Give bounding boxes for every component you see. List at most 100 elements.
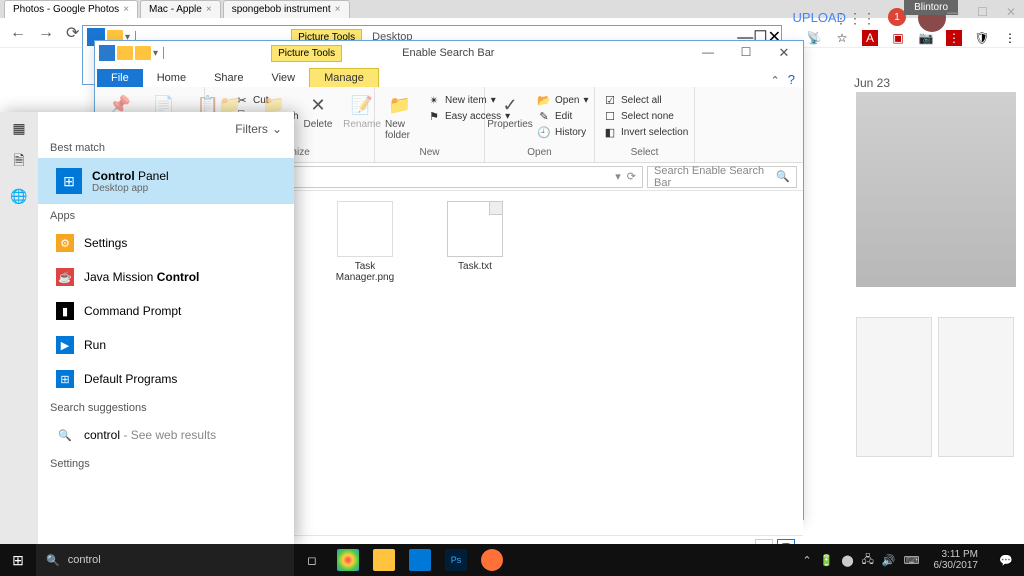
search-result[interactable]: ⊞Default Programs	[50, 362, 282, 396]
chevron-down-icon: ⌄	[272, 122, 282, 136]
select-none-button[interactable]: ☐Select none	[603, 109, 688, 123]
menu-icon[interactable]: ⋮	[1002, 30, 1018, 46]
chrome-icon	[337, 549, 359, 571]
action-center-icon[interactable]: 💬	[992, 544, 1020, 576]
new-folder-button[interactable]: 📁New folder	[381, 91, 419, 143]
minimize-icon[interactable]: —	[689, 45, 727, 61]
titlebar[interactable]: ▾ │ Picture Tools Enable Search Bar — ☐ …	[95, 41, 803, 65]
network-icon[interactable]: 🖧	[862, 551, 874, 570]
programs-icon: ⊞	[56, 370, 74, 388]
chrome-extensions: 📡 ☆ A ▣ 📷 ⋮ 🛡 ⋮	[806, 30, 1018, 46]
task-view-button[interactable]: ◻	[294, 544, 330, 576]
search-panel: ▦ 🗎 🌐 Filters ⌄ Best match ⊞ Control Pan…	[0, 112, 294, 544]
tab-share[interactable]: Share	[200, 69, 257, 87]
globe-icon[interactable]: 🌐	[9, 186, 29, 206]
tray-icon[interactable]: 🔋	[820, 554, 834, 567]
language-icon[interactable]: ⌨	[904, 554, 920, 567]
ext-icon[interactable]: ⋮	[946, 30, 962, 46]
abp-icon[interactable]: ▣	[890, 30, 906, 46]
invert-selection-button[interactable]: ◧Invert selection	[603, 125, 688, 139]
document-icon[interactable]: 🗎	[9, 152, 29, 172]
select-all-button[interactable]: ☑Select all	[603, 93, 688, 107]
file-item[interactable]: Task Manager.png	[325, 201, 405, 283]
apps-icon[interactable]: ⋮⋮⋮	[834, 10, 876, 27]
tab-file[interactable]: File	[97, 69, 143, 87]
forward-icon[interactable]: →	[38, 24, 54, 42]
explorer-icon[interactable]	[99, 45, 115, 61]
search-suggestion[interactable]: 🔍control - See web results	[50, 418, 282, 452]
maximize-icon[interactable]: ☐	[727, 45, 765, 61]
ext-icon[interactable]: 🛡	[974, 30, 990, 46]
search-result[interactable]: ☕Java Mission Control	[50, 260, 282, 294]
edit-icon: ✎	[537, 109, 551, 123]
chrome-tab[interactable]: Mac - Apple×	[140, 0, 221, 18]
chevron-up-icon[interactable]: ⌃	[771, 74, 788, 87]
clock[interactable]: 3:11 PM 6/30/2017	[928, 549, 985, 571]
refresh-icon[interactable]: ⟳	[627, 170, 636, 183]
explorer-icon	[373, 549, 395, 571]
folder-icon: 📁	[388, 93, 412, 117]
chrome-tab[interactable]: spongebob instrument×	[223, 0, 350, 18]
start-button[interactable]: ⊞	[0, 544, 36, 576]
open-icon: 📂	[537, 93, 551, 107]
taskbar-app[interactable]	[366, 544, 402, 576]
taskbar-app[interactable]	[474, 544, 510, 576]
group-label: Open	[491, 145, 588, 160]
rename-button[interactable]: 📝Rename	[343, 91, 381, 132]
search-icon: 🔍	[46, 554, 60, 567]
search-input[interactable]: Search Enable Search Bar🔍	[647, 166, 797, 188]
java-icon: ☕	[56, 268, 74, 286]
file-item[interactable]: Task.txt	[435, 201, 515, 272]
tab-home[interactable]: Home	[143, 69, 200, 87]
camera-icon[interactable]: 📷	[918, 30, 934, 46]
picture-tools-tab[interactable]: Picture Tools	[271, 45, 342, 62]
taskbar-search[interactable]: 🔍 control	[36, 544, 294, 576]
open-button[interactable]: 📂Open ▾	[537, 93, 589, 107]
properties-button[interactable]: ✓Properties	[491, 91, 529, 132]
thumbnail	[337, 201, 393, 257]
edit-button[interactable]: ✎Edit	[537, 109, 589, 123]
volume-icon[interactable]: 🔊	[882, 554, 896, 567]
search-result[interactable]: ⚙Settings	[50, 226, 282, 260]
cast-icon[interactable]: 📡	[806, 30, 822, 46]
taskbar-app[interactable]	[402, 544, 438, 576]
search-categories: ▦ 🗎 🌐	[0, 112, 38, 544]
grid-icon[interactable]: ▦	[9, 118, 29, 138]
search-result[interactable]: ▶Run	[50, 328, 282, 362]
close-icon[interactable]: ✕	[765, 45, 803, 61]
help-icon[interactable]: ?	[788, 72, 803, 87]
close-icon[interactable]: ×	[335, 4, 341, 15]
maximize-icon[interactable]: ☐	[977, 5, 988, 19]
tab-view[interactable]: View	[257, 69, 309, 87]
photo-thumbnail[interactable]	[856, 92, 1016, 287]
photo-thumbnail[interactable]	[938, 317, 1014, 457]
back-icon[interactable]: ←	[10, 24, 26, 42]
taskbar-app[interactable]	[330, 544, 366, 576]
tray-icon[interactable]: ⬤	[841, 554, 853, 567]
google-photos-content: UPLOAD ⋮⋮⋮ 1 Jun 23	[856, 70, 1016, 457]
section-header: Best match	[50, 142, 282, 154]
adobe-icon[interactable]: A	[862, 30, 878, 46]
chrome-tab[interactable]: Photos - Google Photos×	[4, 0, 138, 18]
firefox-icon	[481, 549, 503, 571]
invert-icon: ◧	[603, 125, 617, 139]
minimize-icon[interactable]: —	[947, 5, 959, 19]
close-icon[interactable]: ×	[206, 4, 212, 15]
section-header: Search suggestions	[50, 402, 282, 414]
search-result[interactable]: ▮Command Prompt	[50, 294, 282, 328]
app-icon	[409, 549, 431, 571]
search-text: control	[68, 554, 101, 566]
star-icon[interactable]: ☆	[834, 30, 850, 46]
section-header: Settings	[50, 458, 282, 470]
reload-icon[interactable]: ⟳	[66, 23, 79, 43]
history-button[interactable]: 🕘History	[537, 125, 589, 139]
tab-manage[interactable]: Manage	[309, 68, 379, 87]
close-icon[interactable]: ×	[123, 4, 129, 15]
delete-button[interactable]: ✕Delete	[299, 91, 337, 132]
taskbar-app[interactable]: Ps	[438, 544, 474, 576]
search-result-best[interactable]: ⊞ Control Panel Desktop app	[38, 158, 294, 204]
filters-button[interactable]: Filters ⌄	[50, 122, 282, 136]
photo-thumbnail[interactable]	[856, 317, 932, 457]
chevron-up-icon[interactable]: ⌃	[802, 554, 811, 567]
close-icon[interactable]: ✕	[1006, 5, 1016, 19]
